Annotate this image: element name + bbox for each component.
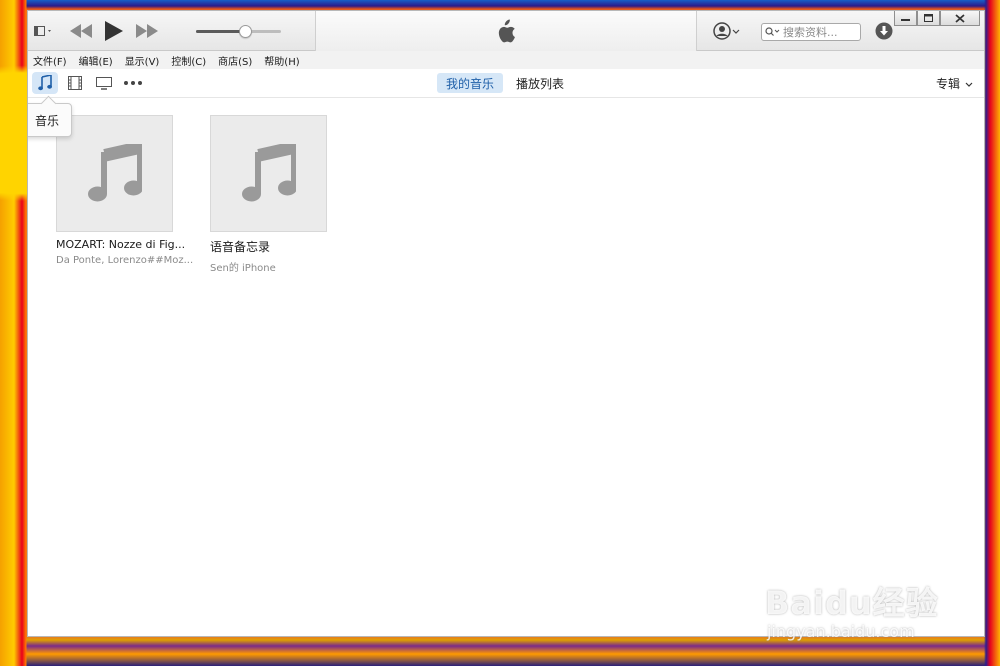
volume-fill <box>196 30 246 33</box>
album-item[interactable]: MOZART: Nozze di Fig... Da Ponte, Lorenz… <box>56 115 194 266</box>
more-icon <box>124 81 142 85</box>
volume-slider[interactable] <box>196 25 281 38</box>
menu-controls[interactable]: 控制(C) <box>171 53 206 68</box>
apple-logo-icon <box>492 19 516 43</box>
search-input[interactable] <box>783 25 853 39</box>
baidu-watermark: Baidu经验 jingyan.baidu.com <box>765 578 939 641</box>
album-item[interactable]: 语音备忘录 Sen的 iPhone <box>210 115 340 274</box>
rewind-button[interactable] <box>68 21 94 41</box>
menu-bar: 文件(F) 编辑(E) 显示(V) 控制(C) 商店(S) 帮助(H) <box>28 51 984 69</box>
menu-file[interactable]: 文件(F) <box>33 53 67 68</box>
album-artwork[interactable] <box>56 115 173 232</box>
downloads-icon[interactable] <box>874 21 894 41</box>
tab-playlists[interactable]: 播放列表 <box>507 73 573 93</box>
close-button[interactable] <box>940 11 980 26</box>
more-button[interactable] <box>120 72 146 94</box>
tv-button[interactable] <box>91 72 117 94</box>
menu-view[interactable]: 显示(V) <box>125 53 160 68</box>
search-icon <box>765 27 780 36</box>
sort-label: 专辑 <box>935 77 960 91</box>
fast-forward-button[interactable] <box>134 21 160 41</box>
album-artwork[interactable] <box>210 115 327 232</box>
menu-edit[interactable]: 编辑(E) <box>79 53 113 68</box>
album-artist: Sen的 iPhone <box>210 263 276 274</box>
music-note-icon <box>241 143 296 201</box>
chevron-down-icon <box>965 82 973 87</box>
window-controls <box>894 11 980 26</box>
album-title: MOZART: Nozze di Fig... <box>56 238 186 251</box>
tab-my-music[interactable]: 我的音乐 <box>437 73 504 93</box>
menu-store[interactable]: 商店(S) <box>218 53 252 68</box>
title-bar <box>28 11 984 51</box>
play-button[interactable] <box>102 19 126 43</box>
watermark-url: jingyan.baidu.com <box>767 622 915 641</box>
album-artist: Da Ponte, Lorenzo##Moz... <box>56 255 194 266</box>
itunes-window: 文件(F) 编辑(E) 显示(V) 控制(C) 商店(S) 帮助(H) 我的音乐… <box>27 10 985 637</box>
tv-icon <box>96 76 112 90</box>
library-toolbar: 我的音乐 播放列表 专辑 <box>28 69 984 98</box>
album-title: 语音备忘录 <box>210 240 271 254</box>
status-display <box>315 11 697 51</box>
sidebar-toggle-icon[interactable] <box>34 23 54 39</box>
music-icon <box>38 75 52 91</box>
music-note-icon <box>87 143 142 201</box>
watermark-logo: Baidu经验 <box>765 584 939 622</box>
account-icon[interactable] <box>712 21 742 41</box>
menu-help[interactable]: 帮助(H) <box>264 53 299 68</box>
music-button[interactable] <box>32 72 58 94</box>
volume-knob[interactable] <box>239 25 253 38</box>
minimize-button[interactable] <box>894 11 917 26</box>
music-tooltip: 音乐 <box>28 103 72 137</box>
tooltip-text: 音乐 <box>34 113 59 128</box>
maximize-button[interactable] <box>917 11 940 26</box>
movies-icon <box>68 76 82 90</box>
movies-button[interactable] <box>62 72 88 94</box>
search-box[interactable] <box>761 23 861 41</box>
sort-by-dropdown[interactable]: 专辑 <box>936 75 974 92</box>
